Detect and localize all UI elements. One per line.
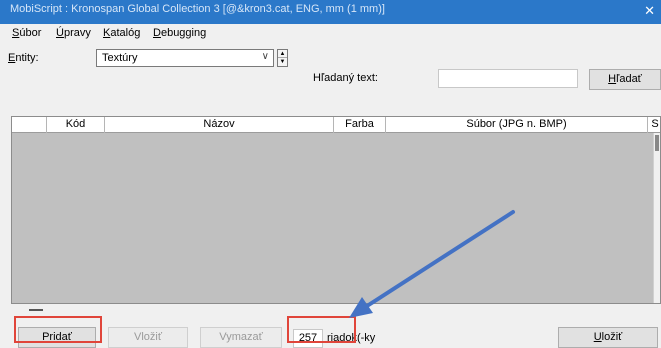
annotation-arrow-icon xyxy=(349,210,515,318)
